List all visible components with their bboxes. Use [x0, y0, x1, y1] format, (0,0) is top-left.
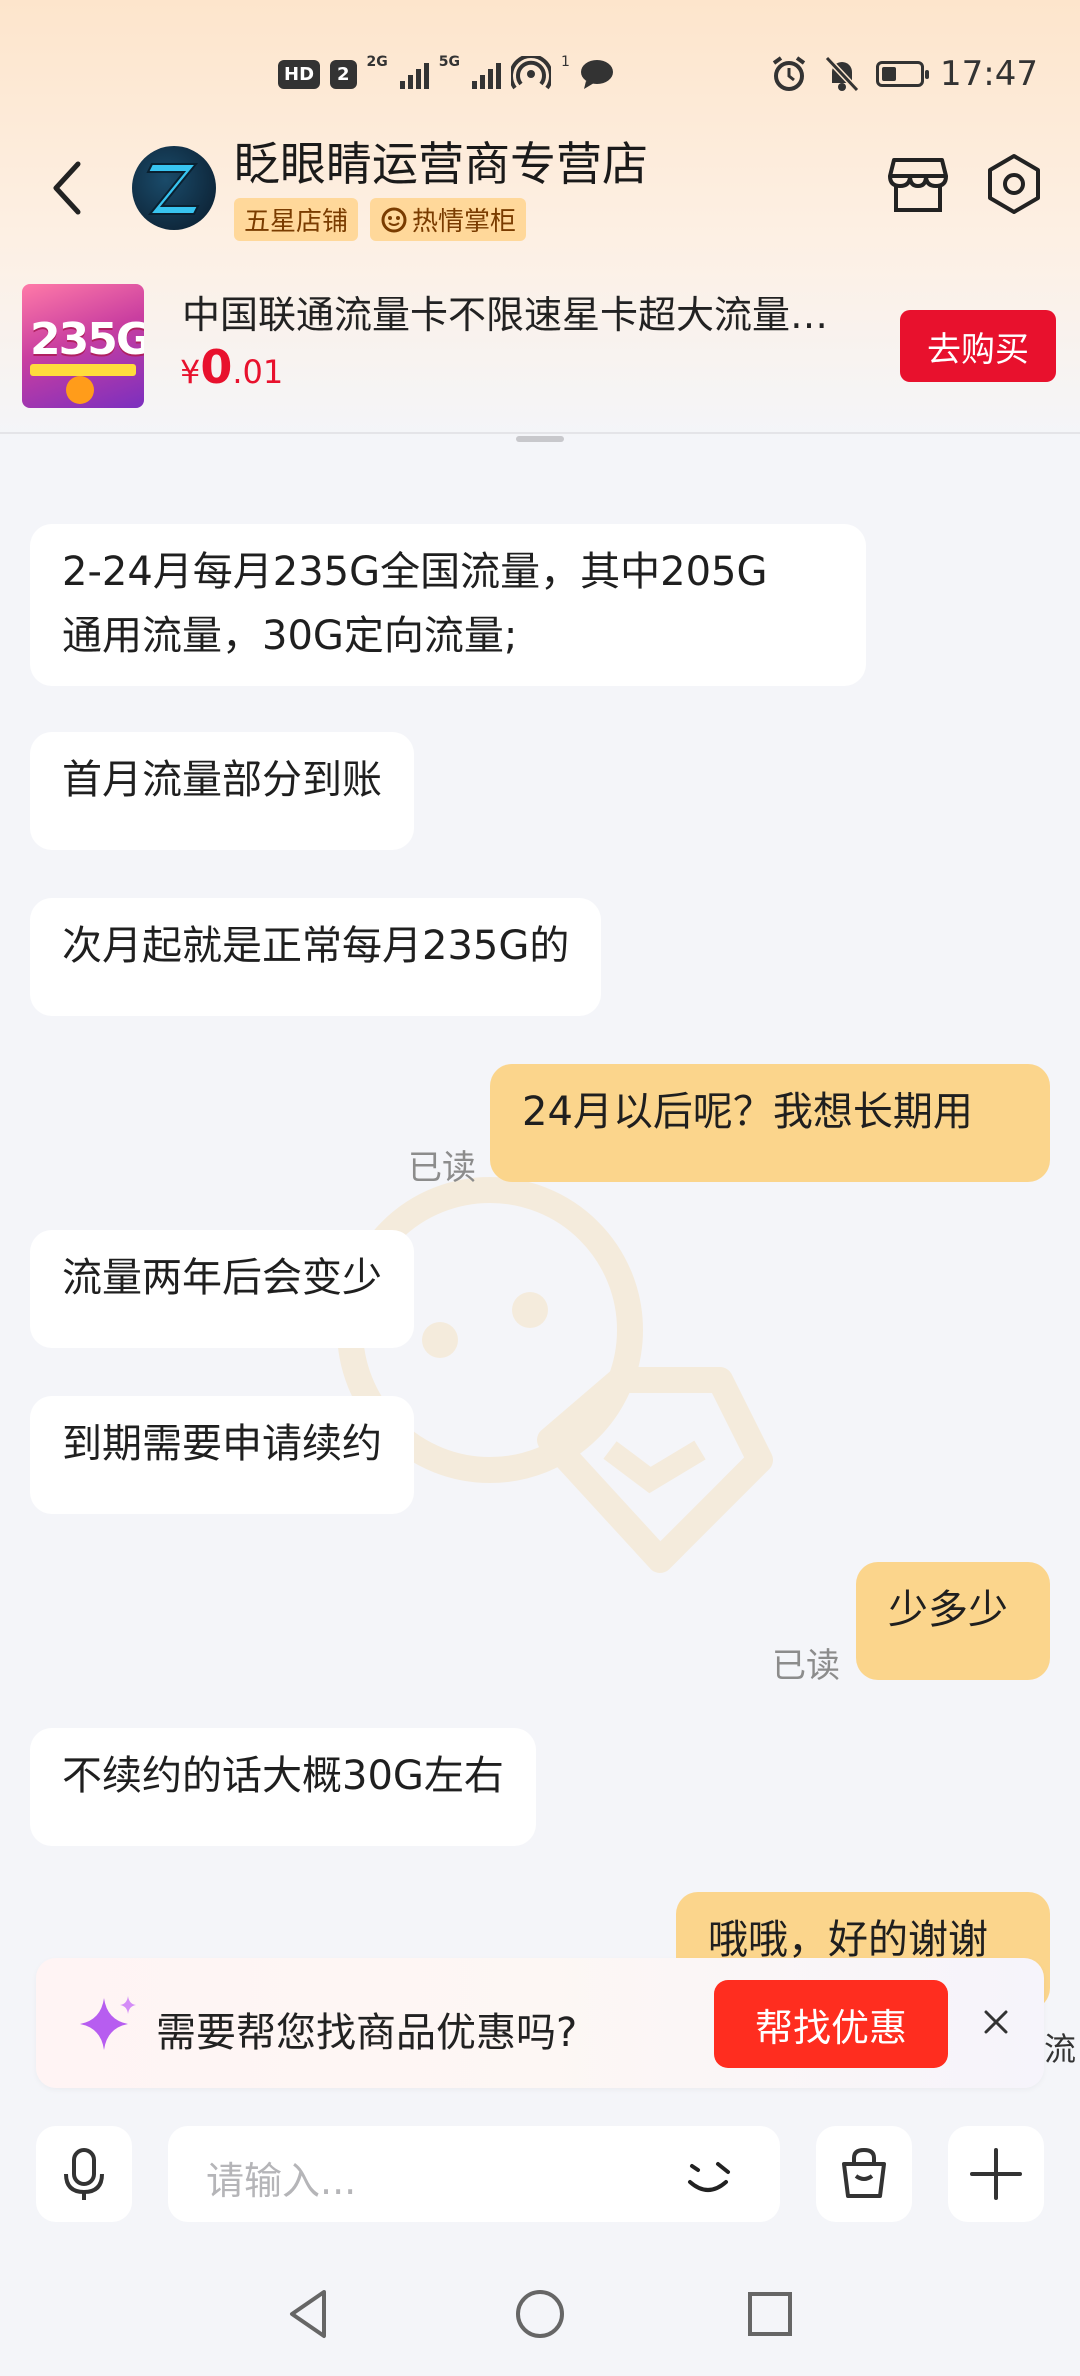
shop-logo-icon — [146, 163, 200, 215]
product-image: 235G — [22, 284, 144, 408]
network-label-2: 5G — [438, 54, 461, 70]
price-symbol: ¥ — [180, 353, 201, 391]
price-integer: 0 — [200, 340, 233, 394]
shopping-bag-icon — [842, 2147, 886, 2198]
promo-text: 需要帮您找商品优惠吗? — [156, 2010, 578, 2056]
system-nav-bar — [0, 2256, 1080, 2376]
nav-back-icon[interactable] — [280, 2284, 340, 2344]
warm-host-tag: 热情掌柜 — [370, 198, 527, 241]
hotspot-count: 1 — [561, 54, 570, 70]
smile-badge-icon — [381, 207, 407, 232]
message-bubble-received: 次月起就是正常每月235G的 — [30, 898, 602, 1016]
status-time: 17:47 — [940, 54, 1038, 94]
nav-home-icon[interactable] — [510, 2284, 570, 2344]
message-bubble-received: 首月流量部分到账 — [30, 732, 414, 850]
signal-icon — [399, 59, 429, 89]
price-decimal: .01 — [232, 353, 284, 391]
order-bag-button[interactable] — [816, 2126, 912, 2222]
read-status: 已读 — [772, 1646, 840, 1686]
voice-button[interactable] — [36, 2126, 132, 2222]
nav-recents-icon[interactable] — [740, 2284, 800, 2344]
find-deals-button[interactable]: 帮找优惠 — [714, 1980, 948, 2068]
product-title[interactable]: 中国联通流量卡不限速星卡超大流量… — [182, 284, 902, 339]
message-icon — [580, 60, 613, 89]
buy-button[interactable]: 去购买 — [900, 310, 1056, 382]
message-line: 2-24月每月235G全国流量，其中205G — [62, 549, 768, 595]
settings-icon[interactable] — [982, 152, 1046, 216]
side-cut-text: 流 — [1044, 2030, 1077, 2068]
message-line: 通用流量，30G定向流量; — [62, 613, 518, 659]
shop-avatar[interactable] — [132, 146, 216, 230]
hotspot-icon — [511, 56, 552, 90]
sim-number: 2 — [330, 59, 357, 89]
five-star-shop-tag: 五星店铺 — [234, 198, 359, 241]
microphone-icon — [64, 2148, 104, 2200]
drag-handle[interactable] — [516, 436, 564, 442]
message-input[interactable]: 请输入... — [168, 2126, 780, 2222]
message-bubble-sent: 少多少 — [856, 1562, 1050, 1680]
message-bubble-received: 2-24月每月235G全国流量，其中205G 通用流量，30G定向流量; — [30, 524, 866, 686]
read-status: 已读 — [408, 1148, 476, 1188]
plus-icon — [970, 2148, 1022, 2200]
message-bubble-received: 到期需要申请续约 — [30, 1396, 414, 1514]
message-bubble-received: 流量两年后会变少 — [30, 1230, 414, 1348]
warm-host-label: 热情掌柜 — [412, 207, 517, 237]
shop-name: 眨眼睛运营商专营店 — [234, 137, 648, 191]
back-arrow-icon[interactable] — [48, 160, 88, 216]
signal-icon-2 — [472, 59, 502, 89]
hd-badge: HD — [278, 59, 321, 89]
battery-icon — [876, 61, 930, 87]
emoji-icon[interactable] — [678, 2146, 738, 2206]
input-placeholder: 请输入... — [206, 2159, 357, 2203]
store-icon[interactable] — [886, 152, 950, 216]
message-bubble-sent: 24月以后呢？我想长期用 — [490, 1064, 1050, 1182]
product-image-text: 235G — [30, 314, 144, 365]
input-bar: 请输入... — [0, 2094, 1080, 2254]
message-bubble-received: 不续约的话大概30G左右 — [30, 1728, 536, 1846]
sparkle-icon — [80, 1996, 136, 2050]
alarm-icon — [772, 56, 806, 91]
promo-banner: 需要帮您找商品优惠吗? 帮找优惠 — [36, 1958, 1044, 2088]
more-button[interactable] — [948, 2126, 1044, 2222]
product-price: ¥0.01 — [180, 340, 283, 394]
mute-bell-icon — [824, 55, 860, 93]
watermark-logo — [337, 1177, 773, 1573]
status-bar: HD 2 2G 5G 1 17:47 — [0, 48, 1080, 108]
network-label-1: 2G — [366, 54, 388, 70]
close-icon[interactable] — [976, 2002, 1016, 2042]
